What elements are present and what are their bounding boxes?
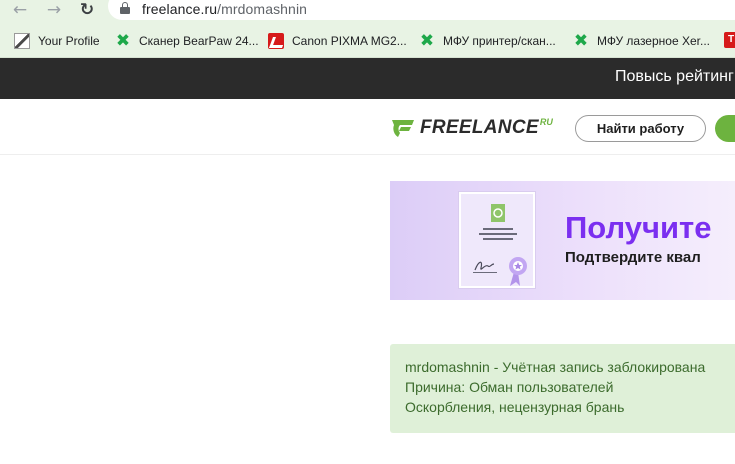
bookmark-red-favicon-icon[interactable]: T	[724, 32, 735, 48]
freelance-logo[interactable]: FREELANCE RU	[389, 116, 553, 140]
lock-icon[interactable]	[120, 2, 130, 14]
promo-link[interactable]: Повысь рейтинг	[615, 68, 734, 86]
browser-address-row: ← → ↻ freelance.ru/mrdomashnin	[0, 0, 735, 22]
promo-banner[interactable]: Получите Подтвердите квал	[390, 181, 735, 300]
notice-line-detail: Оскорбления, нецензурная брань	[405, 399, 625, 415]
green-x-favicon-icon: ✖	[115, 30, 131, 51]
reload-icon[interactable]: ↻	[76, 0, 98, 20]
canon-favicon-icon	[268, 32, 284, 49]
bookmark-mfu-laser[interactable]: ✖ МФУ лазерное Xer...	[573, 32, 710, 49]
logo-suffix: RU	[539, 117, 553, 127]
bookmark-mfu-printer[interactable]: ✖ МФУ принтер/скан...	[419, 32, 556, 49]
green-action-button[interactable]	[715, 115, 735, 142]
bookmark-label: Canon PIXMA MG2...	[292, 33, 407, 48]
green-x-favicon-icon: ✖	[419, 30, 435, 51]
bookmark-scanner-bearpaw[interactable]: ✖ Сканер BearPaw 24...	[115, 32, 259, 49]
logo-word: FREELANCE	[420, 117, 539, 138]
notice-line-status: mrdomashnin - Учётная запись заблокирова…	[405, 359, 706, 375]
arrow-left-icon[interactable]: ←	[9, 0, 31, 20]
url-host: freelance.ru	[142, 1, 218, 17]
bookmark-canon-pixma[interactable]: Canon PIXMA MG2...	[268, 32, 407, 49]
green-x-favicon-icon: ✖	[573, 30, 589, 51]
url-path: /mrdomashnin	[217, 1, 308, 17]
bookmark-label: Your Profile	[38, 33, 100, 48]
banner-subheading: Подтвердите квал	[565, 249, 701, 266]
profile-favicon-icon	[14, 32, 30, 49]
top-promo-strip: Повысь рейтинг	[0, 58, 735, 99]
bookmark-label: МФУ принтер/скан...	[443, 33, 556, 48]
bookmarks-bar: Your Profile ✖ Сканер BearPaw 24... Cano…	[0, 22, 735, 58]
arrow-right-icon[interactable]: →	[43, 0, 65, 20]
site-header: FREELANCE RU Найти работу	[0, 99, 735, 155]
certificate-illustration-icon	[459, 192, 535, 288]
account-blocked-notice: mrdomashnin - Учётная запись заблокирова…	[390, 344, 735, 433]
freelance-logo-mark-icon	[389, 116, 419, 138]
url-text[interactable]: freelance.ru/mrdomashnin	[142, 1, 307, 17]
banner-heading: Получите	[565, 210, 712, 245]
bookmark-your-profile[interactable]: Your Profile	[14, 32, 100, 49]
find-work-button[interactable]: Найти работу	[575, 115, 706, 142]
bookmark-label: Сканер BearPaw 24...	[139, 33, 259, 48]
bookmark-label: МФУ лазерное Xer...	[597, 33, 710, 48]
notice-line-reason: Причина: Обман пользователей	[405, 379, 614, 395]
